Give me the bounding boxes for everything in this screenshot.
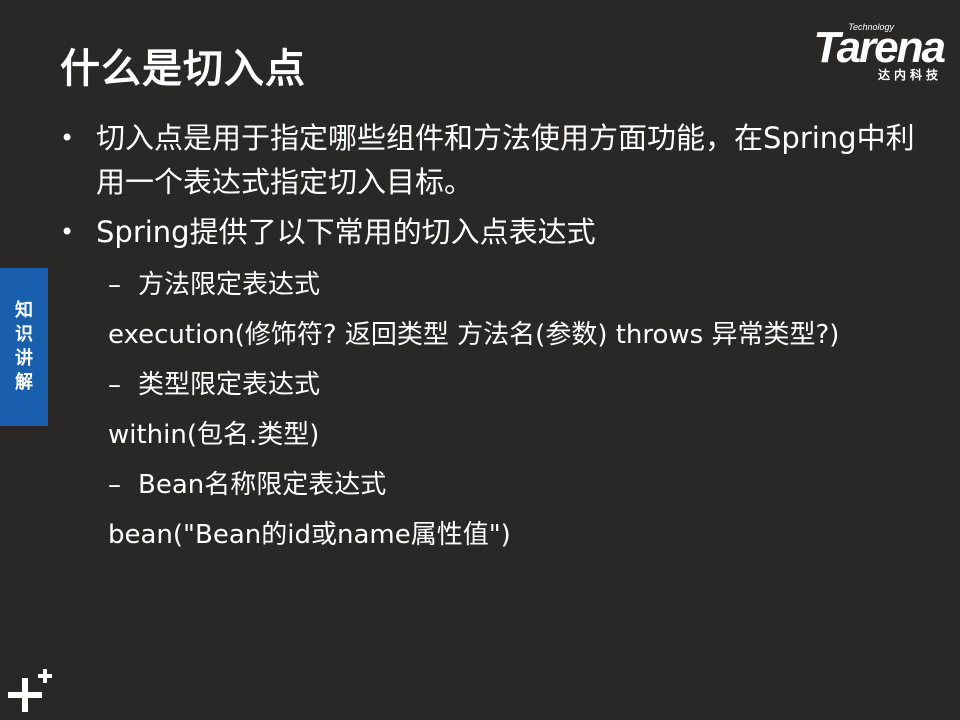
code-line: execution(修饰符? 返回类型 方法名(参数) throws 异常类型?… <box>108 310 940 360</box>
code-line-text: execution(修饰符? 返回类型 方法名(参数) throws 异常类型?… <box>108 320 840 350</box>
bullet-marker: • <box>60 218 75 246</box>
plus-decoration-icon <box>8 669 52 712</box>
code-line-text: within(包名.类型) <box>108 420 320 450</box>
tarena-logo: Technology Tarena 达内科技 <box>774 22 946 84</box>
side-tab-char: 讲 <box>15 348 33 369</box>
sub-item: – 方法限定表达式 <box>108 260 940 310</box>
bullet-text: Spring提供了以下常用的切入点表达式 <box>96 215 596 249</box>
sub-item-text: 类型限定表达式 <box>138 370 321 400</box>
logo-chinese-text: 达内科技 <box>877 68 942 82</box>
code-line: within(包名.类型) <box>108 410 940 460</box>
slide-title: 什么是切入点 <box>60 46 306 92</box>
sub-item: – 类型限定表达式 <box>108 360 940 410</box>
side-tab-char: 识 <box>15 324 33 345</box>
bullet-text: 切入点是用于指定哪些组件和方法使用方面功能，在Spring中利用一个表达式指定切… <box>96 121 915 199</box>
sub-dash: – <box>108 270 121 300</box>
sub-dash: – <box>108 470 121 500</box>
sub-item-text: 方法限定表达式 <box>138 270 321 300</box>
slide-content: • 切入点是用于指定哪些组件和方法使用方面功能，在Spring中利用一个表达式指… <box>60 116 940 560</box>
bullet-item: • Spring提供了以下常用的切入点表达式 <box>60 210 940 254</box>
logo-brand-text: Tarena <box>813 23 946 72</box>
code-line-text: bean("Bean的id或name属性值") <box>108 520 511 550</box>
bullet-item: • 切入点是用于指定哪些组件和方法使用方面功能，在Spring中利用一个表达式指… <box>60 116 940 204</box>
knowledge-explanation-tab: 知 识 讲 解 <box>0 268 48 426</box>
side-tab-char: 知 <box>15 300 33 321</box>
side-tab-char: 解 <box>15 372 33 393</box>
sub-item-text: Bean名称限定表达式 <box>138 470 387 500</box>
sub-item: – Bean名称限定表达式 <box>108 460 940 510</box>
sub-dash: – <box>108 370 121 400</box>
bullet-marker: • <box>60 124 75 152</box>
code-line: bean("Bean的id或name属性值") <box>108 510 940 560</box>
